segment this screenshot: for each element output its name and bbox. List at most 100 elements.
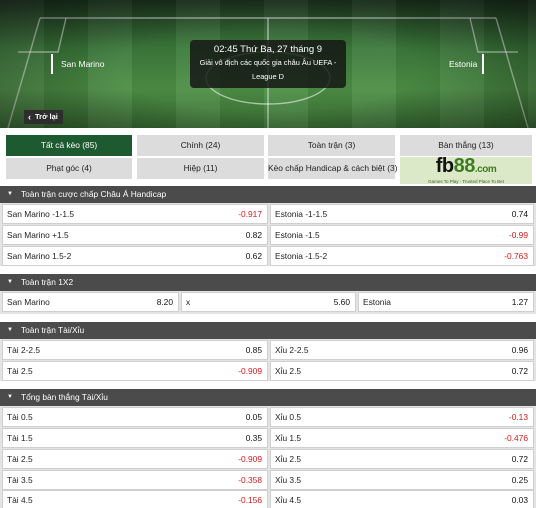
odds-value: 0.25 (511, 475, 528, 485)
odds-label: Xỉu 1.5 (275, 433, 302, 443)
odds-label: Tài 2.5 (7, 366, 33, 376)
match-league: Giải vô địch các quốc gia châu Âu UEFA -… (190, 56, 346, 84)
odds-value: -0.13 (508, 412, 528, 422)
odds-cell[interactable]: Tài 1.5 0.35 (3, 429, 267, 447)
section-header-asian-handicap[interactable]: ▼ Toàn trận cược chấp Châu Á Handicap (0, 186, 536, 203)
back-button[interactable]: ‹ Trở lại (24, 110, 63, 124)
odds-value: 0.85 (245, 345, 262, 355)
section-title: Toàn trận Tài/Xỉu (20, 325, 85, 335)
tab-handicap[interactable]: Kèo chấp Handicap & cách biệt (3) (268, 158, 397, 179)
match-info-box: 02:45 Thứ Ba, 27 tháng 9 Giải vô địch cá… (190, 40, 346, 88)
league-line-2: League D (251, 72, 285, 81)
home-team-marker (51, 54, 53, 74)
odds-cell[interactable]: Xỉu 2-2.5 0.96 (271, 341, 533, 359)
odds-value: 0.62 (245, 251, 262, 261)
odds-cell[interactable]: San Marino 8.20 (3, 293, 178, 311)
odds-cell[interactable]: Estonia -1.5 -0.99 (271, 226, 533, 244)
odds-label: Xỉu 0.5 (275, 412, 302, 422)
tab-all-bets[interactable]: Tất cả kèo (85) (6, 135, 132, 156)
odds-cell[interactable]: Tài 2-2.5 0.85 (3, 341, 267, 359)
section-header-1x2[interactable]: ▼ Toàn trận 1X2 (0, 274, 536, 291)
odds-cell[interactable]: San Marino +1.5 0.82 (3, 226, 267, 244)
collapse-triangle-icon: ▼ (7, 279, 13, 285)
odds-cell[interactable]: x 5.60 (182, 293, 355, 311)
home-team-name: San Marino (61, 59, 105, 69)
odds-label: Tài 2.5 (7, 454, 33, 464)
odds-value: 0.74 (511, 209, 528, 219)
odds-cell[interactable]: Tài 4.5 -0.156 (3, 491, 267, 508)
odds-cell[interactable]: Estonia -1.5-2 -0.763 (271, 247, 533, 265)
tab-goals[interactable]: Bàn thắng (13) (400, 135, 532, 156)
tab-halves[interactable]: Hiệp (11) (137, 158, 264, 179)
odds-cell[interactable]: Xỉu 4.5 0.03 (271, 491, 533, 508)
back-button-label: Trở lại (35, 112, 58, 121)
odds-cell[interactable]: Estonia -1-1.5 0.74 (271, 205, 533, 223)
odds-label: Tài 2-2.5 (7, 345, 41, 355)
away-team-marker (482, 54, 484, 74)
tab-main[interactable]: Chính (24) (137, 135, 264, 156)
odds-value: -0.476 (504, 433, 528, 443)
odds-cell[interactable]: Tài 2.5 -0.909 (3, 450, 267, 468)
odds-cell[interactable]: Tài 3.5 -0.358 (3, 471, 267, 489)
odds-label: San Marino (7, 297, 50, 307)
odds-cell[interactable]: San Marino -1-1.5 -0.917 (3, 205, 267, 223)
tab-corners[interactable]: Phạt góc (4) (6, 158, 132, 179)
match-header: San Marino 02:45 Thứ Ba, 27 tháng 9 Giải… (0, 0, 536, 128)
odds-value: 0.03 (511, 494, 528, 505)
odds-cell[interactable]: Xỉu 0.5 -0.13 (271, 408, 533, 426)
odds-value: 0.96 (511, 345, 528, 355)
tab-full-match[interactable]: Toàn trận (3) (268, 135, 395, 156)
odds-cell[interactable]: Xỉu 3.5 0.25 (271, 471, 533, 489)
collapse-triangle-icon: ▼ (7, 327, 13, 333)
odds-cell[interactable]: Xỉu 2.5 0.72 (271, 450, 533, 468)
section-header-over-under[interactable]: ▼ Toàn trận Tài/Xỉu (0, 322, 536, 339)
odds-label: Xỉu 2.5 (275, 366, 302, 376)
odds-value: -0.909 (238, 454, 262, 464)
odds-value: -0.909 (238, 366, 262, 376)
odds-label: Tài 3.5 (7, 475, 33, 485)
match-time: 02:45 Thứ Ba, 27 tháng 9 (213, 44, 323, 55)
odds-value: -0.156 (238, 494, 262, 505)
odds-label: Estonia -1-1.5 (275, 209, 328, 219)
odds-label: Estonia -1.5-2 (275, 251, 328, 261)
odds-label: Xỉu 4.5 (275, 494, 302, 505)
logo-tagline: Games To Play · Trusted Place To Bet (428, 178, 504, 184)
odds-value: 0.72 (511, 454, 528, 464)
section-title: Tổng bàn thắng Tài/Xỉu (20, 392, 108, 402)
league-line-1: Giải vô địch các quốc gia châu Âu UEFA - (199, 58, 337, 67)
odds-label: San Marino +1.5 (7, 230, 69, 240)
odds-cell[interactable]: Xỉu 1.5 -0.476 (271, 429, 533, 447)
logo-wordmark: fb88.com (435, 154, 497, 177)
odds-label: Xỉu 2-2.5 (275, 345, 309, 355)
odds-value: -0.99 (508, 230, 528, 240)
odds-value: 8.20 (156, 297, 173, 307)
odds-value: 0.72 (511, 366, 528, 376)
odds-cell[interactable]: Xỉu 2.5 0.72 (271, 362, 533, 380)
odds-label: Xỉu 3.5 (275, 475, 302, 485)
odds-cell[interactable]: Tài 0.5 0.05 (3, 408, 267, 426)
section-title: Toàn trận 1X2 (20, 277, 74, 287)
collapse-triangle-icon: ▼ (7, 191, 13, 197)
section-header-total-goals[interactable]: ▼ Tổng bàn thắng Tài/Xỉu (0, 389, 536, 406)
collapse-triangle-icon: ▼ (7, 394, 13, 400)
odds-value: 5.60 (333, 297, 350, 307)
odds-cell[interactable]: San Marino 1.5-2 0.62 (3, 247, 267, 265)
odds-value: 0.05 (245, 412, 262, 422)
away-team-name: Estonia (449, 59, 478, 69)
odds-value: -0.763 (504, 251, 528, 261)
odds-label: San Marino -1-1.5 (7, 209, 75, 219)
odds-value: 0.82 (245, 230, 262, 240)
odds-label: Estonia -1.5 (275, 230, 320, 240)
odds-label: Tài 1.5 (7, 433, 33, 443)
odds-value: -0.358 (238, 475, 262, 485)
odds-label: Estonia (363, 297, 391, 307)
odds-value: -0.917 (238, 209, 262, 219)
odds-label: San Marino 1.5-2 (7, 251, 72, 261)
odds-cell[interactable]: Tài 2.5 -0.909 (3, 362, 267, 380)
section-title: Toàn trận cược chấp Châu Á Handicap (20, 189, 167, 199)
odds-value: 0.35 (245, 433, 262, 443)
chevron-left-icon: ‹ (28, 112, 31, 122)
odds-label: Xỉu 2.5 (275, 454, 302, 464)
odds-cell[interactable]: Estonia 1.27 (359, 293, 533, 311)
fb88-logo[interactable]: fb88.com Games To Play · Trusted Place T… (400, 154, 532, 184)
